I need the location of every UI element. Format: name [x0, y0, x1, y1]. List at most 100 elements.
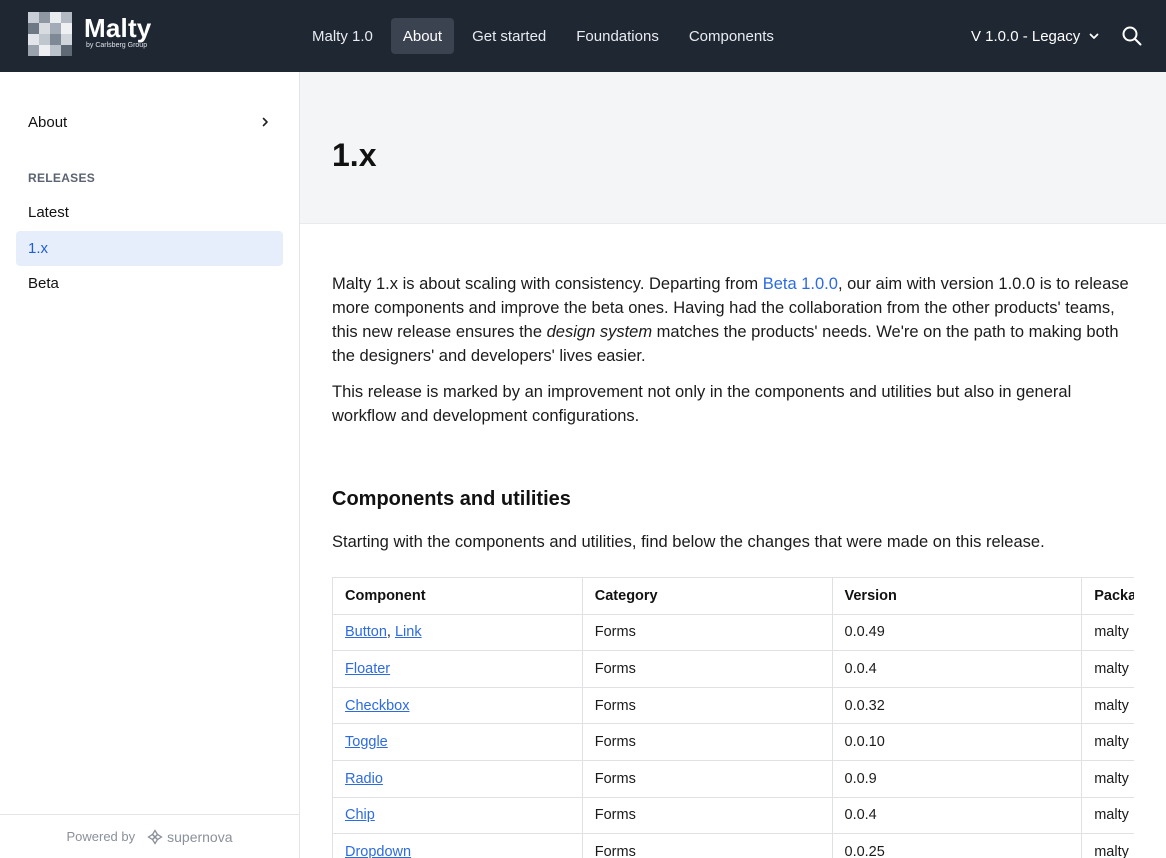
chevron-right-icon — [262, 117, 268, 127]
component-link[interactable]: Button — [345, 624, 387, 640]
cell-category: Forms — [581, 796, 833, 835]
logo-tile — [28, 34, 39, 45]
section-title: Components and utilities — [332, 488, 571, 510]
cell-component: Dropdown — [332, 833, 583, 858]
logo-tile — [28, 23, 39, 34]
logo-tile — [61, 23, 72, 34]
beta-link[interactable]: Beta 1.0.0 — [763, 275, 838, 293]
cell-category: Forms — [581, 650, 833, 688]
cell-component: Radio — [332, 759, 583, 798]
cell-package: malty — [1081, 796, 1134, 835]
logo-tile — [39, 45, 50, 56]
logo-tile — [61, 12, 72, 23]
logo-tile — [28, 12, 39, 23]
components-table-container[interactable]: Component Category Version Package Butto… — [332, 577, 1134, 858]
component-link[interactable]: Checkbox — [345, 698, 409, 714]
version-select-label: V 1.0.0 - Legacy — [971, 27, 1081, 45]
second-paragraph: This release is marked by an improvement… — [332, 383, 1072, 425]
sidebar-item-label: Latest — [28, 204, 69, 221]
table-header-row: Component Category Version Package — [332, 577, 1134, 615]
supernova-logo-icon — [147, 828, 163, 845]
component-link[interactable]: Dropdown — [345, 844, 411, 858]
cell-component: Chip — [332, 796, 583, 835]
cell-category: Forms — [581, 759, 833, 798]
logo-tile — [28, 45, 39, 56]
column-header-package: Package — [1081, 577, 1134, 615]
component-link[interactable]: Chip — [345, 807, 375, 823]
table-row: Floater Forms 0.0.4 malty — [332, 650, 1134, 688]
para-text: Malty 1.x is about scaling with consiste… — [332, 275, 763, 293]
nav-item-components[interactable]: Components — [677, 18, 786, 54]
page-title: 1.x — [332, 137, 377, 173]
table-row: Chip Forms 0.0.4 malty — [332, 796, 1134, 835]
logo-tile — [50, 45, 61, 56]
cell-component: Floater — [332, 650, 583, 688]
cell-category: Forms — [581, 723, 833, 761]
table-body: Button, Link Forms 0.0.49 malty Floater Forms… — [332, 613, 1134, 858]
powered-by-footer[interactable]: Powered by supernova — [0, 814, 299, 858]
cell-version: 0.0.25 — [831, 833, 1083, 858]
section-intro: Starting with the components and utiliti… — [332, 533, 1045, 551]
table-row: Toggle Forms 0.0.10 malty — [332, 723, 1134, 761]
logo-tile — [61, 34, 72, 45]
component-link[interactable]: Radio — [345, 771, 383, 787]
nav-item-malty[interactable]: Malty 1.0 — [300, 18, 385, 54]
sidebar-item-1x[interactable]: 1.x — [16, 231, 283, 266]
para-emphasis: design system — [546, 323, 653, 341]
sidebar-item-latest[interactable]: Latest — [16, 195, 283, 230]
brand[interactable]: Malty by Carlsberg Group — [84, 14, 151, 50]
sidebar-item-beta[interactable]: Beta — [16, 266, 283, 301]
component-link[interactable]: Floater — [345, 661, 390, 677]
chevron-down-icon — [1089, 33, 1099, 39]
cell-package: malty — [1081, 650, 1134, 688]
cell-version: 0.0.32 — [831, 686, 1083, 725]
cell-component: Toggle — [332, 723, 583, 761]
sidebar-item-label: About — [28, 113, 68, 131]
cell-package: malty — [1081, 833, 1134, 858]
sidebar-item-label: 1.x — [28, 240, 49, 257]
article-body: Malty 1.x is about scaling with consiste… — [332, 272, 1134, 428]
cell-category: Forms — [581, 686, 833, 725]
cell-version: 0.0.10 — [831, 723, 1083, 761]
cell-version: 0.0.4 — [831, 650, 1083, 688]
sidebar-item-about[interactable]: About — [16, 104, 283, 140]
nav-item-get-started[interactable]: Get started — [460, 18, 558, 54]
cell-package: malty — [1081, 686, 1134, 725]
component-link[interactable]: Link — [395, 624, 422, 640]
component-separator: , — [386, 624, 395, 641]
column-header-component: Component — [332, 577, 583, 615]
logo-tile — [50, 12, 61, 23]
cell-component: Checkbox — [332, 686, 583, 725]
top-bar: Malty by Carlsberg Group Malty 1.0 About… — [0, 0, 1166, 72]
cell-version: 0.0.9 — [831, 759, 1083, 798]
nav-item-foundations[interactable]: Foundations — [564, 18, 671, 54]
sidebar-section-heading: RELEASES — [28, 171, 96, 185]
logo-tile — [39, 23, 50, 34]
main-content: 1.x Malty 1.x is about scaling with cons… — [300, 72, 1166, 858]
cell-package: malty — [1081, 613, 1134, 652]
column-header-category: Category — [581, 577, 833, 615]
cell-category: Forms — [581, 833, 833, 858]
logo-tile — [61, 45, 72, 56]
cell-package: malty — [1081, 759, 1134, 798]
cell-version: 0.0.4 — [831, 796, 1083, 835]
malty-logo-icon[interactable] — [28, 12, 72, 56]
cell-category: Forms — [581, 613, 833, 652]
powered-by-label: Powered by — [66, 829, 136, 844]
search-icon[interactable] — [1120, 24, 1144, 48]
table-row: Checkbox Forms 0.0.32 malty — [332, 686, 1134, 725]
powered-brand: supernova — [147, 828, 233, 845]
column-header-version: Version — [831, 577, 1083, 615]
logo-tile — [50, 23, 61, 34]
component-link[interactable]: Toggle — [345, 734, 388, 750]
nav-item-about[interactable]: About — [390, 18, 455, 54]
version-select[interactable]: V 1.0.0 - Legacy — [971, 18, 1100, 54]
cell-component: Button, Link — [332, 613, 583, 652]
sidebar-item-label: Beta — [28, 275, 59, 292]
cell-version: 0.0.49 — [831, 613, 1083, 652]
logo-tile — [39, 12, 50, 23]
intro-paragraph: Malty 1.x is about scaling with consiste… — [332, 272, 1134, 368]
components-table: Component Category Version Package Butto… — [332, 577, 1134, 858]
logo-tile — [39, 34, 50, 45]
main-nav: Malty 1.0 About Get started Foundations … — [300, 18, 786, 54]
